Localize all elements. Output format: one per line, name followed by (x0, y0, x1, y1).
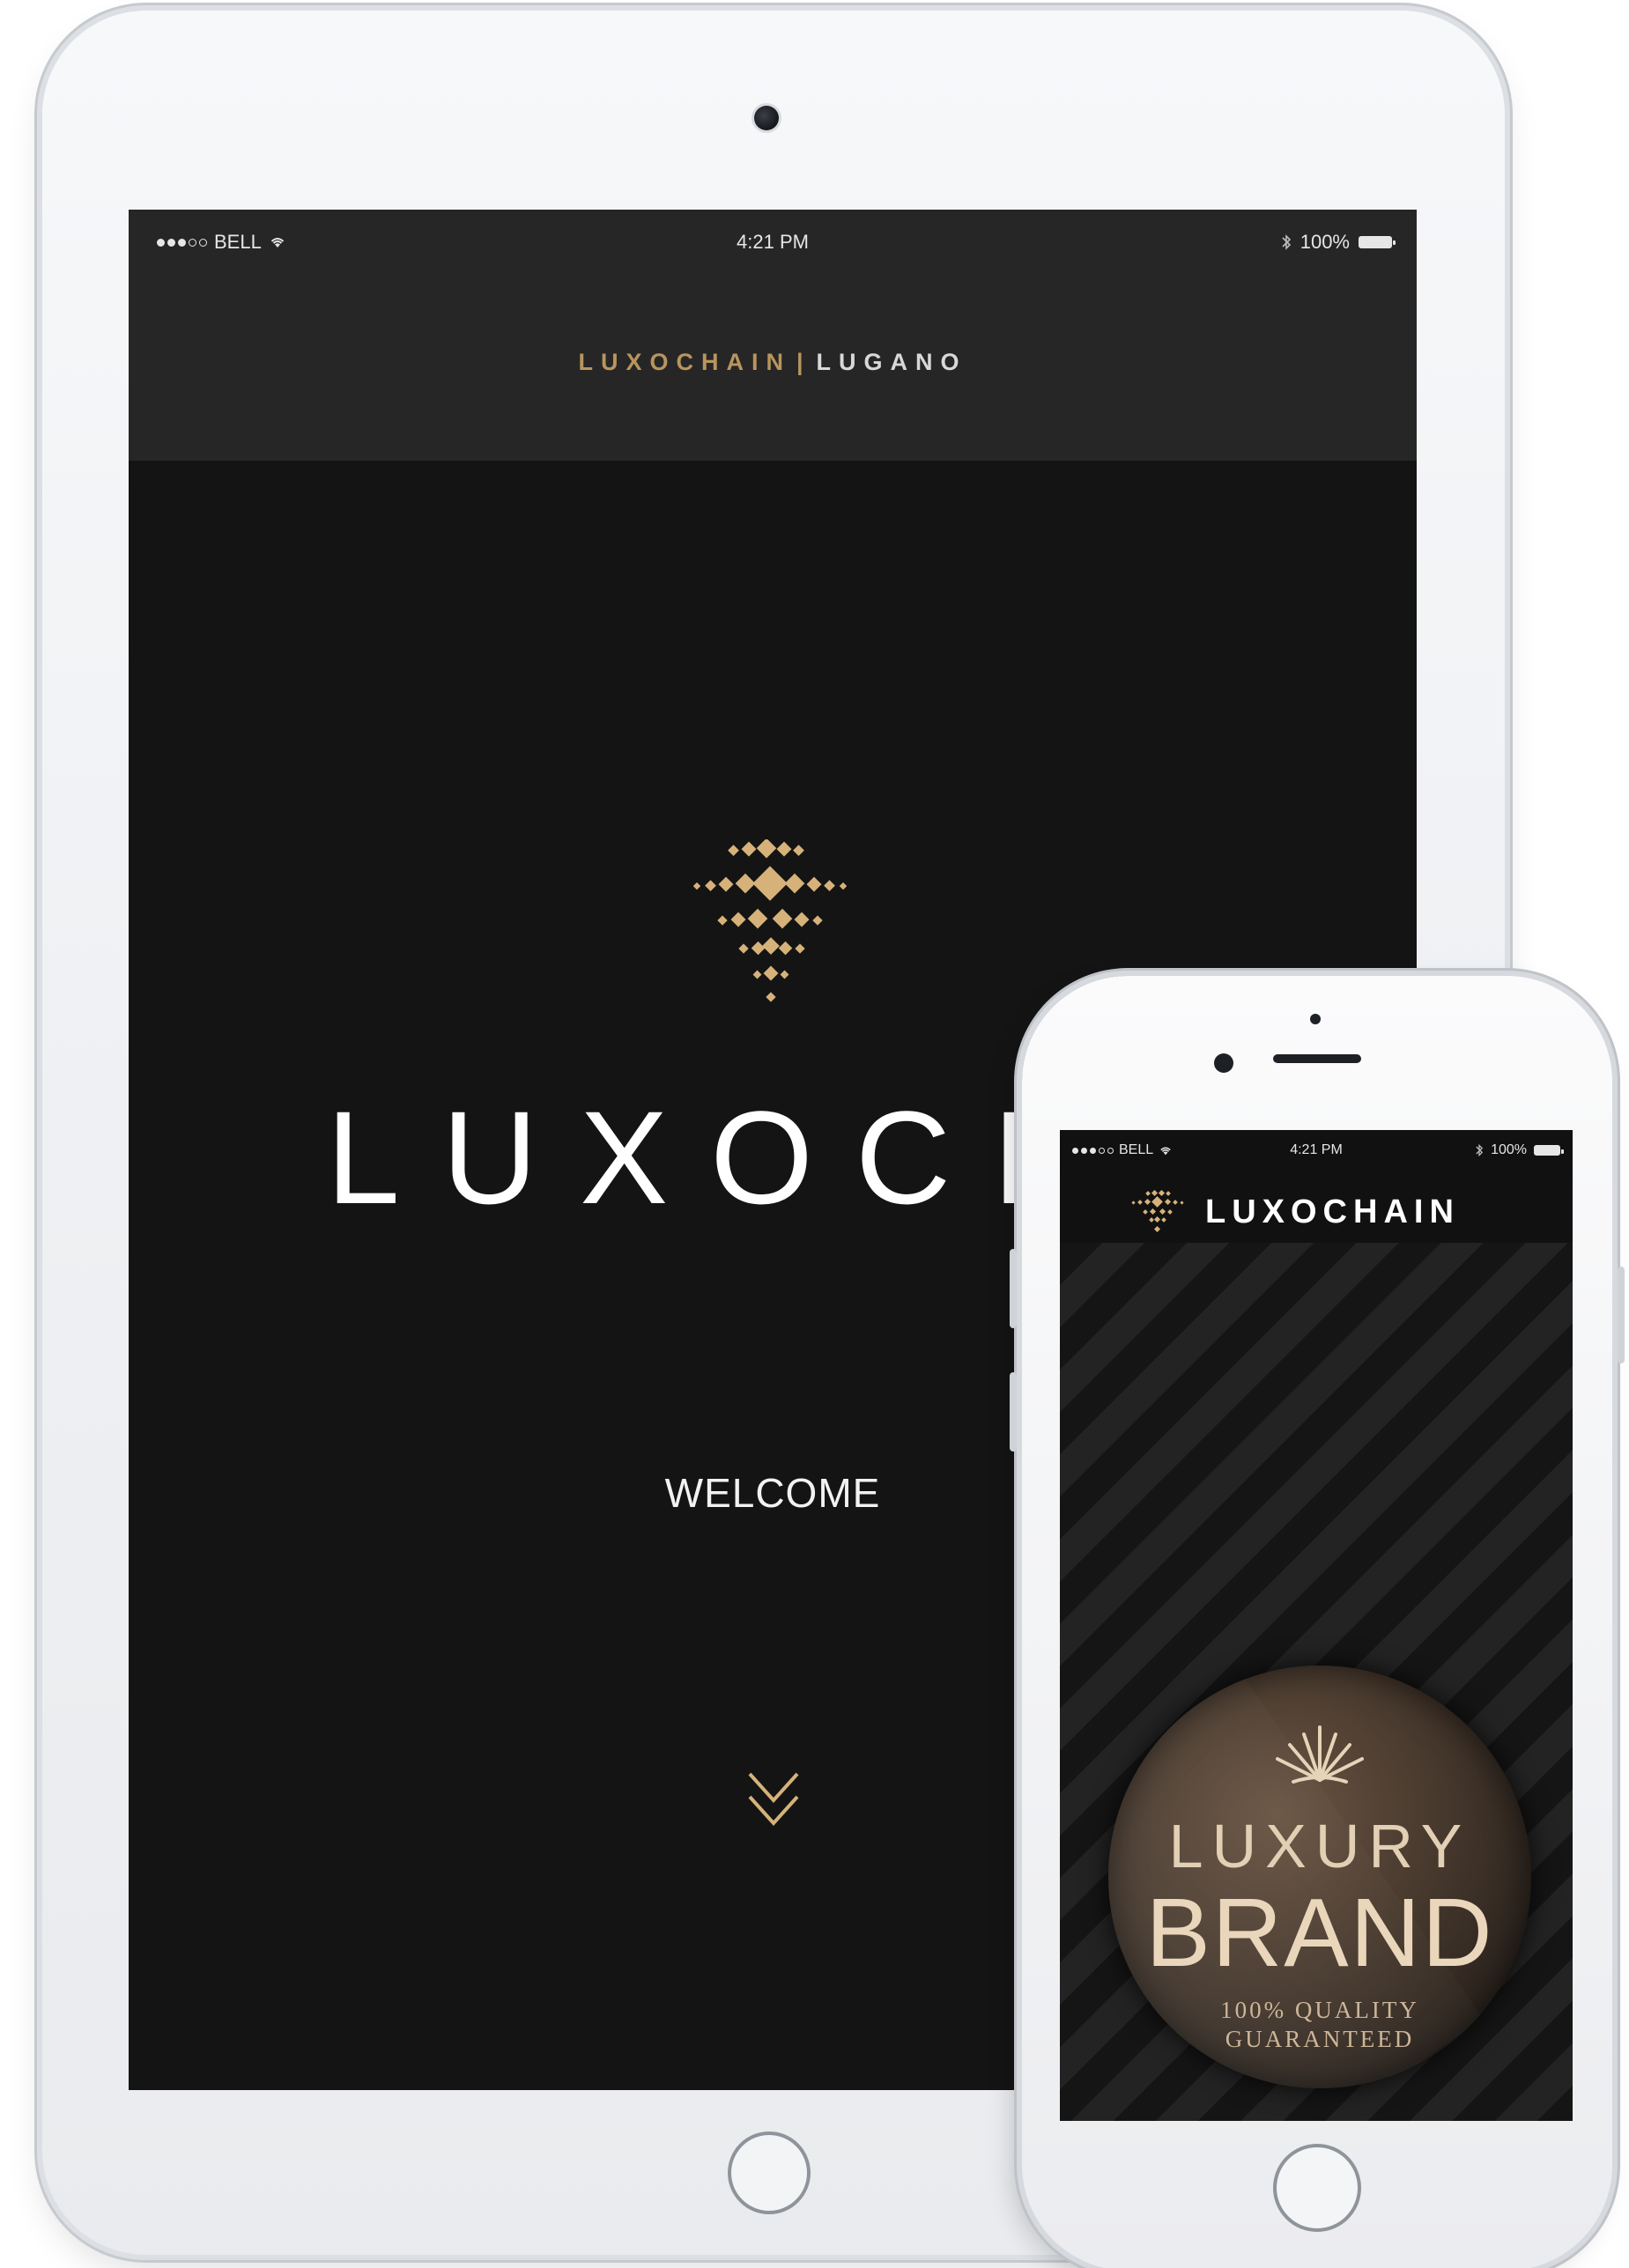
volume-up-button (1010, 1249, 1017, 1328)
battery-percent: 100% (1299, 231, 1350, 253)
power-button (1618, 1267, 1625, 1363)
luxury-brand-badge: LUXURY BRAND 100% QUALITY GUARANTEED (1108, 1666, 1531, 2088)
status-right: 100% (1281, 231, 1396, 254)
bluetooth-icon (1476, 1143, 1484, 1157)
phone-speaker (1273, 1054, 1361, 1063)
tablet-header: BELL 4:21 PM 100% LUXOCHAIN | LUGANO (129, 210, 1417, 461)
header-separator: | (796, 349, 811, 375)
phone-device: BELL 4:21 PM 100% LUXOCHAIN LUXURY BRAND… (1010, 976, 1625, 2268)
header-city: LUGANO (816, 349, 967, 375)
status-right: 100% (1475, 1142, 1564, 1158)
bluetooth-icon (1282, 234, 1291, 250)
phone-header: LUXOCHAIN (1060, 1169, 1573, 1243)
badge-line-brand: BRAND (1145, 1879, 1494, 1987)
battery-percent: 100% (1491, 1142, 1527, 1157)
diamond-logo-icon (1131, 1189, 1184, 1233)
badge-line-luxury: LUXURY (1168, 1812, 1471, 1880)
tablet-home-button[interactable] (728, 2131, 811, 2214)
tablet-status-bar: BELL 4:21 PM 100% (129, 210, 1417, 271)
status-time: 4:21 PM (737, 231, 809, 253)
badge-quality-text: 100% QUALITY GUARANTEED (1108, 1996, 1531, 2054)
battery-icon (1359, 236, 1396, 248)
volume-down-button (1010, 1372, 1017, 1452)
header-brand: LUXOCHAIN (578, 349, 791, 375)
phone-sensor (1310, 1014, 1321, 1024)
phone-camera (1214, 1053, 1233, 1073)
phone-home-button[interactable] (1273, 2144, 1361, 2232)
battery-icon (1534, 1145, 1564, 1156)
header-title: LUXOCHAIN | LUGANO (129, 349, 1417, 376)
badge-line-quality: 100% QUALITY (1220, 1997, 1419, 2023)
phone-screen: BELL 4:21 PM 100% LUXOCHAIN LUXURY BRAND… (1060, 1130, 1573, 2121)
double-chevron-down-icon[interactable] (743, 1767, 804, 1837)
crown-icon (1276, 1725, 1364, 1784)
striped-background: LUXURY BRAND 100% QUALITY GUARANTEED (1060, 1243, 1573, 2121)
diamond-logo-icon (692, 839, 848, 1002)
phone-status-bar: BELL 4:21 PM 100% (1060, 1130, 1573, 1169)
tablet-camera (754, 106, 779, 130)
badge-line-guaranteed: GUARANTEED (1225, 2026, 1415, 2052)
phone-header-title: LUXOCHAIN (1205, 1193, 1460, 1230)
